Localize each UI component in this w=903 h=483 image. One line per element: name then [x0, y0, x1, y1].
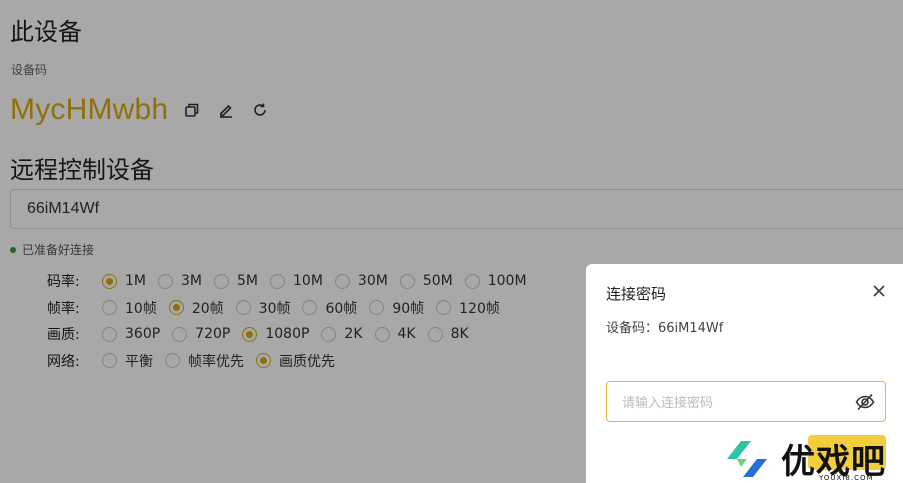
- close-icon[interactable]: [871, 283, 887, 299]
- password-placeholder: 请输入连接密码: [622, 396, 714, 411]
- password-input[interactable]: 请输入连接密码: [606, 381, 886, 422]
- dialog-title: 连接密码: [606, 285, 667, 303]
- watermark-logo-icon: [727, 441, 767, 477]
- watermark-subtext: YOUXI8.COM: [819, 474, 874, 482]
- eye-off-icon[interactable]: [855, 393, 875, 411]
- dialog-device-code: 设备码：66iM14Wf: [606, 321, 724, 336]
- watermark: 优戏吧 YOUXI8.COM: [723, 434, 903, 483]
